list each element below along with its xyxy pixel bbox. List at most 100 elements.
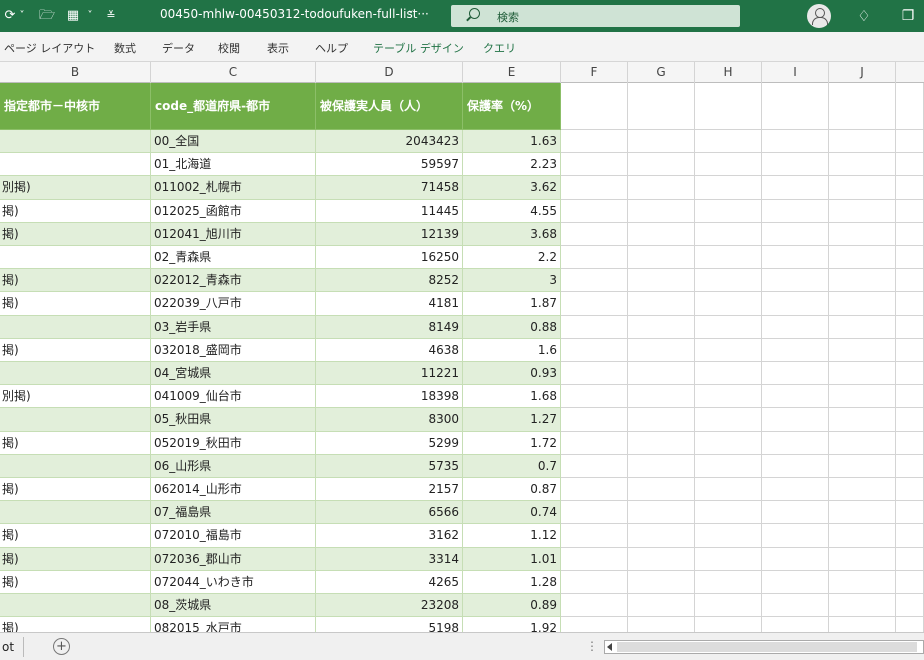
table-header-cell[interactable]: 被保護実人員（人） bbox=[316, 83, 463, 130]
table-cell-d[interactable]: 8149 bbox=[316, 315, 463, 339]
table-cell-e[interactable]: 0.89 bbox=[463, 594, 561, 618]
table-cell-c[interactable]: 04_宮城県 bbox=[151, 362, 316, 386]
table-header-cell[interactable]: 保護率（%） bbox=[463, 83, 561, 130]
table-cell-c[interactable]: 062014_山形市 bbox=[151, 478, 316, 502]
empty-cell[interactable] bbox=[762, 176, 829, 200]
empty-cell[interactable] bbox=[695, 269, 762, 293]
empty-cell[interactable] bbox=[829, 153, 896, 177]
refresh-dropdown-icon[interactable]: ˅ bbox=[16, 6, 28, 26]
table-cell-b[interactable]: 掲) bbox=[0, 222, 151, 246]
empty-cell[interactable] bbox=[695, 570, 762, 594]
empty-cell[interactable] bbox=[762, 385, 829, 409]
column-header-c[interactable]: C bbox=[151, 62, 316, 83]
empty-cell[interactable] bbox=[628, 547, 695, 571]
table-cell-b[interactable] bbox=[0, 594, 151, 618]
table-cell-c[interactable]: 072036_郡山市 bbox=[151, 547, 316, 571]
empty-cell[interactable] bbox=[762, 130, 829, 154]
empty-cell[interactable] bbox=[561, 246, 628, 270]
table-cell-e[interactable]: 3.68 bbox=[463, 222, 561, 246]
empty-cell[interactable] bbox=[628, 83, 695, 130]
table-cell-e[interactable]: 1.68 bbox=[463, 385, 561, 409]
table-cell-c[interactable]: 011002_札幌市 bbox=[151, 176, 316, 200]
table-cell-c[interactable]: 00_全国 bbox=[151, 130, 316, 154]
empty-cell[interactable] bbox=[695, 478, 762, 502]
column-header-b[interactable]: B bbox=[0, 62, 151, 83]
empty-cell[interactable] bbox=[829, 246, 896, 270]
empty-cell[interactable] bbox=[762, 570, 829, 594]
empty-cell[interactable] bbox=[829, 478, 896, 502]
empty-cell[interactable] bbox=[896, 315, 924, 339]
empty-cell[interactable] bbox=[561, 292, 628, 316]
empty-cell[interactable] bbox=[829, 431, 896, 455]
empty-cell[interactable] bbox=[762, 292, 829, 316]
table-cell-c[interactable]: 02_青森県 bbox=[151, 246, 316, 270]
empty-cell[interactable] bbox=[829, 524, 896, 548]
empty-cell[interactable] bbox=[896, 408, 924, 432]
table-cell-e[interactable]: 1.92 bbox=[463, 617, 561, 632]
empty-cell[interactable] bbox=[762, 222, 829, 246]
premium-diamond-icon[interactable]: ♢ bbox=[854, 6, 874, 26]
table-cell-e[interactable]: 1.12 bbox=[463, 524, 561, 548]
table-cell-e[interactable]: 1.72 bbox=[463, 431, 561, 455]
table-cell-e[interactable]: 1.01 bbox=[463, 547, 561, 571]
table-cell-d[interactable]: 5198 bbox=[316, 617, 463, 632]
empty-cell[interactable] bbox=[561, 547, 628, 571]
empty-cell[interactable] bbox=[695, 501, 762, 525]
table-cell-e[interactable]: 0.93 bbox=[463, 362, 561, 386]
empty-cell[interactable] bbox=[762, 431, 829, 455]
empty-cell[interactable] bbox=[896, 153, 924, 177]
empty-cell[interactable] bbox=[829, 292, 896, 316]
empty-cell[interactable] bbox=[695, 524, 762, 548]
empty-cell[interactable] bbox=[695, 338, 762, 362]
add-sheet-icon[interactable]: + bbox=[53, 638, 70, 655]
column-header-g[interactable]: G bbox=[628, 62, 695, 83]
table-header-cell[interactable]: 指定都市－中核市 bbox=[0, 83, 151, 130]
table-cell-d[interactable]: 3162 bbox=[316, 524, 463, 548]
empty-cell[interactable] bbox=[628, 478, 695, 502]
table-cell-e[interactable]: 1.87 bbox=[463, 292, 561, 316]
empty-cell[interactable] bbox=[762, 501, 829, 525]
empty-cell[interactable] bbox=[896, 246, 924, 270]
scrollbar-thumb[interactable] bbox=[617, 642, 917, 652]
table-cell-e[interactable]: 3.62 bbox=[463, 176, 561, 200]
table-cell-d[interactable]: 4638 bbox=[316, 338, 463, 362]
table-cell-d[interactable]: 4181 bbox=[316, 292, 463, 316]
empty-cell[interactable] bbox=[561, 338, 628, 362]
empty-cell[interactable] bbox=[628, 408, 695, 432]
tab-review[interactable]: 校閲 bbox=[218, 40, 240, 56]
table-cell-e[interactable]: 1.63 bbox=[463, 130, 561, 154]
split-handle-icon[interactable]: ⋮ bbox=[586, 639, 598, 653]
empty-cell[interactable] bbox=[762, 408, 829, 432]
table-cell-d[interactable]: 3314 bbox=[316, 547, 463, 571]
scroll-left-icon[interactable] bbox=[607, 643, 612, 651]
table-cell-c[interactable]: 072010_福島市 bbox=[151, 524, 316, 548]
empty-cell[interactable] bbox=[896, 594, 924, 618]
empty-cell[interactable] bbox=[829, 617, 896, 632]
empty-cell[interactable] bbox=[561, 454, 628, 478]
table-cell-b[interactable]: 掲) bbox=[0, 199, 151, 223]
column-header-k[interactable] bbox=[896, 62, 924, 83]
empty-cell[interactable] bbox=[561, 570, 628, 594]
empty-cell[interactable] bbox=[561, 362, 628, 386]
empty-cell[interactable] bbox=[896, 83, 924, 130]
table-cell-e[interactable]: 3 bbox=[463, 269, 561, 293]
empty-cell[interactable] bbox=[695, 176, 762, 200]
column-header-d[interactable]: D bbox=[316, 62, 463, 83]
empty-cell[interactable] bbox=[762, 362, 829, 386]
open-folder-icon[interactable]: 🗁 bbox=[38, 6, 56, 26]
empty-cell[interactable] bbox=[695, 431, 762, 455]
empty-cell[interactable] bbox=[829, 501, 896, 525]
sheet-tab[interactable]: ot bbox=[0, 637, 24, 657]
empty-cell[interactable] bbox=[829, 385, 896, 409]
table-cell-d[interactable]: 71458 bbox=[316, 176, 463, 200]
column-header-i[interactable]: I bbox=[762, 62, 829, 83]
empty-cell[interactable] bbox=[762, 524, 829, 548]
empty-cell[interactable] bbox=[561, 524, 628, 548]
table-cell-b[interactable]: 掲) bbox=[0, 431, 151, 455]
empty-cell[interactable] bbox=[762, 153, 829, 177]
column-header-h[interactable]: H bbox=[695, 62, 762, 83]
table-cell-b[interactable] bbox=[0, 130, 151, 154]
table-header-cell[interactable]: code_都道府県-都市 bbox=[151, 83, 316, 130]
column-header-f[interactable]: F bbox=[561, 62, 628, 83]
empty-cell[interactable] bbox=[896, 478, 924, 502]
